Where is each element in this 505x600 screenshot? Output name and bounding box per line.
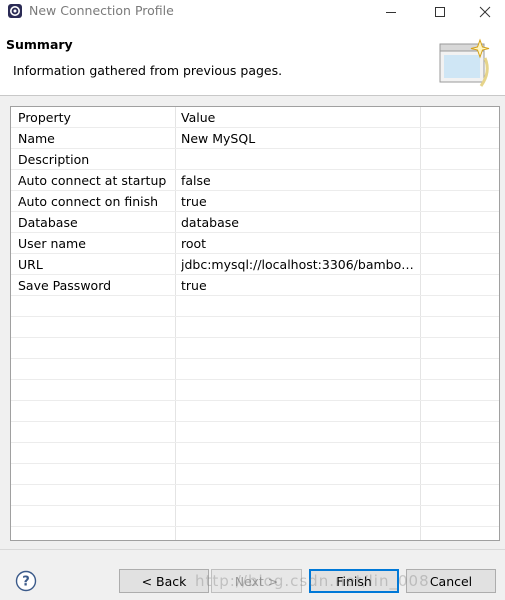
value-cell: root (181, 236, 207, 251)
empty-row (11, 422, 499, 443)
table-row[interactable]: Auto connect at startup false (11, 170, 499, 191)
empty-row (11, 317, 499, 338)
value-cell: jdbc:mysql://localhost:3306/bamboo-l... (181, 257, 416, 272)
cancel-button[interactable]: Cancel (406, 569, 496, 593)
value-cell: false (181, 173, 211, 188)
table-row[interactable]: Database database (11, 212, 499, 233)
svg-text:?: ? (22, 575, 30, 590)
table-row[interactable]: User name root (11, 233, 499, 254)
maximize-icon (435, 6, 445, 17)
empty-row (11, 401, 499, 422)
property-cell: Save Password (18, 278, 112, 293)
table-row[interactable]: Description (11, 149, 499, 170)
wizard-header: Summary Information gathered from previo… (0, 23, 505, 96)
table-row[interactable]: Save Password true (11, 275, 499, 296)
table-row[interactable]: Auto connect on finish true (11, 191, 499, 212)
empty-row (11, 506, 499, 527)
footer-divider (0, 549, 505, 550)
wizard-banner-icon (439, 38, 490, 87)
value-cell: database (181, 215, 239, 230)
close-button[interactable] (465, 0, 505, 23)
value-cell: true (181, 278, 207, 293)
page-title: Summary (6, 37, 73, 52)
title-bar: New Connection Profile (0, 0, 505, 23)
next-button[interactable]: Next > (211, 569, 302, 593)
help-icon[interactable]: ? (15, 570, 37, 592)
close-icon (479, 6, 491, 17)
empty-row (11, 380, 499, 401)
value-cell: New MySQL (181, 131, 256, 146)
table-header: Property Value (11, 107, 499, 128)
empty-row (11, 296, 499, 317)
value-cell: true (181, 194, 207, 209)
property-cell: Auto connect at startup (18, 173, 167, 188)
table-row[interactable]: URL jdbc:mysql://localhost:3306/bamboo-l… (11, 254, 499, 275)
table-row[interactable]: Name New MySQL (11, 128, 499, 149)
database-connection-icon (8, 4, 22, 18)
empty-row (11, 359, 499, 380)
column-header-property: Property (18, 110, 71, 125)
page-description: Information gathered from previous pages… (13, 63, 283, 78)
summary-table[interactable]: Property Value Name New MySQL Descriptio… (10, 106, 500, 541)
empty-row (11, 338, 499, 359)
property-cell: User name (18, 236, 86, 251)
empty-row (11, 485, 499, 506)
back-button[interactable]: < Back (119, 569, 209, 593)
window-title: New Connection Profile (29, 3, 174, 18)
minimize-button[interactable] (371, 0, 411, 23)
property-cell: URL (18, 257, 43, 272)
column-header-value: Value (181, 110, 216, 125)
maximize-button[interactable] (420, 0, 460, 23)
empty-row (11, 464, 499, 485)
property-cell: Name (18, 131, 55, 146)
property-cell: Database (18, 215, 78, 230)
minimize-icon (386, 11, 396, 13)
property-cell: Description (18, 152, 90, 167)
empty-row (11, 443, 499, 464)
property-cell: Auto connect on finish (18, 194, 159, 209)
finish-button[interactable]: Finish (309, 569, 399, 593)
